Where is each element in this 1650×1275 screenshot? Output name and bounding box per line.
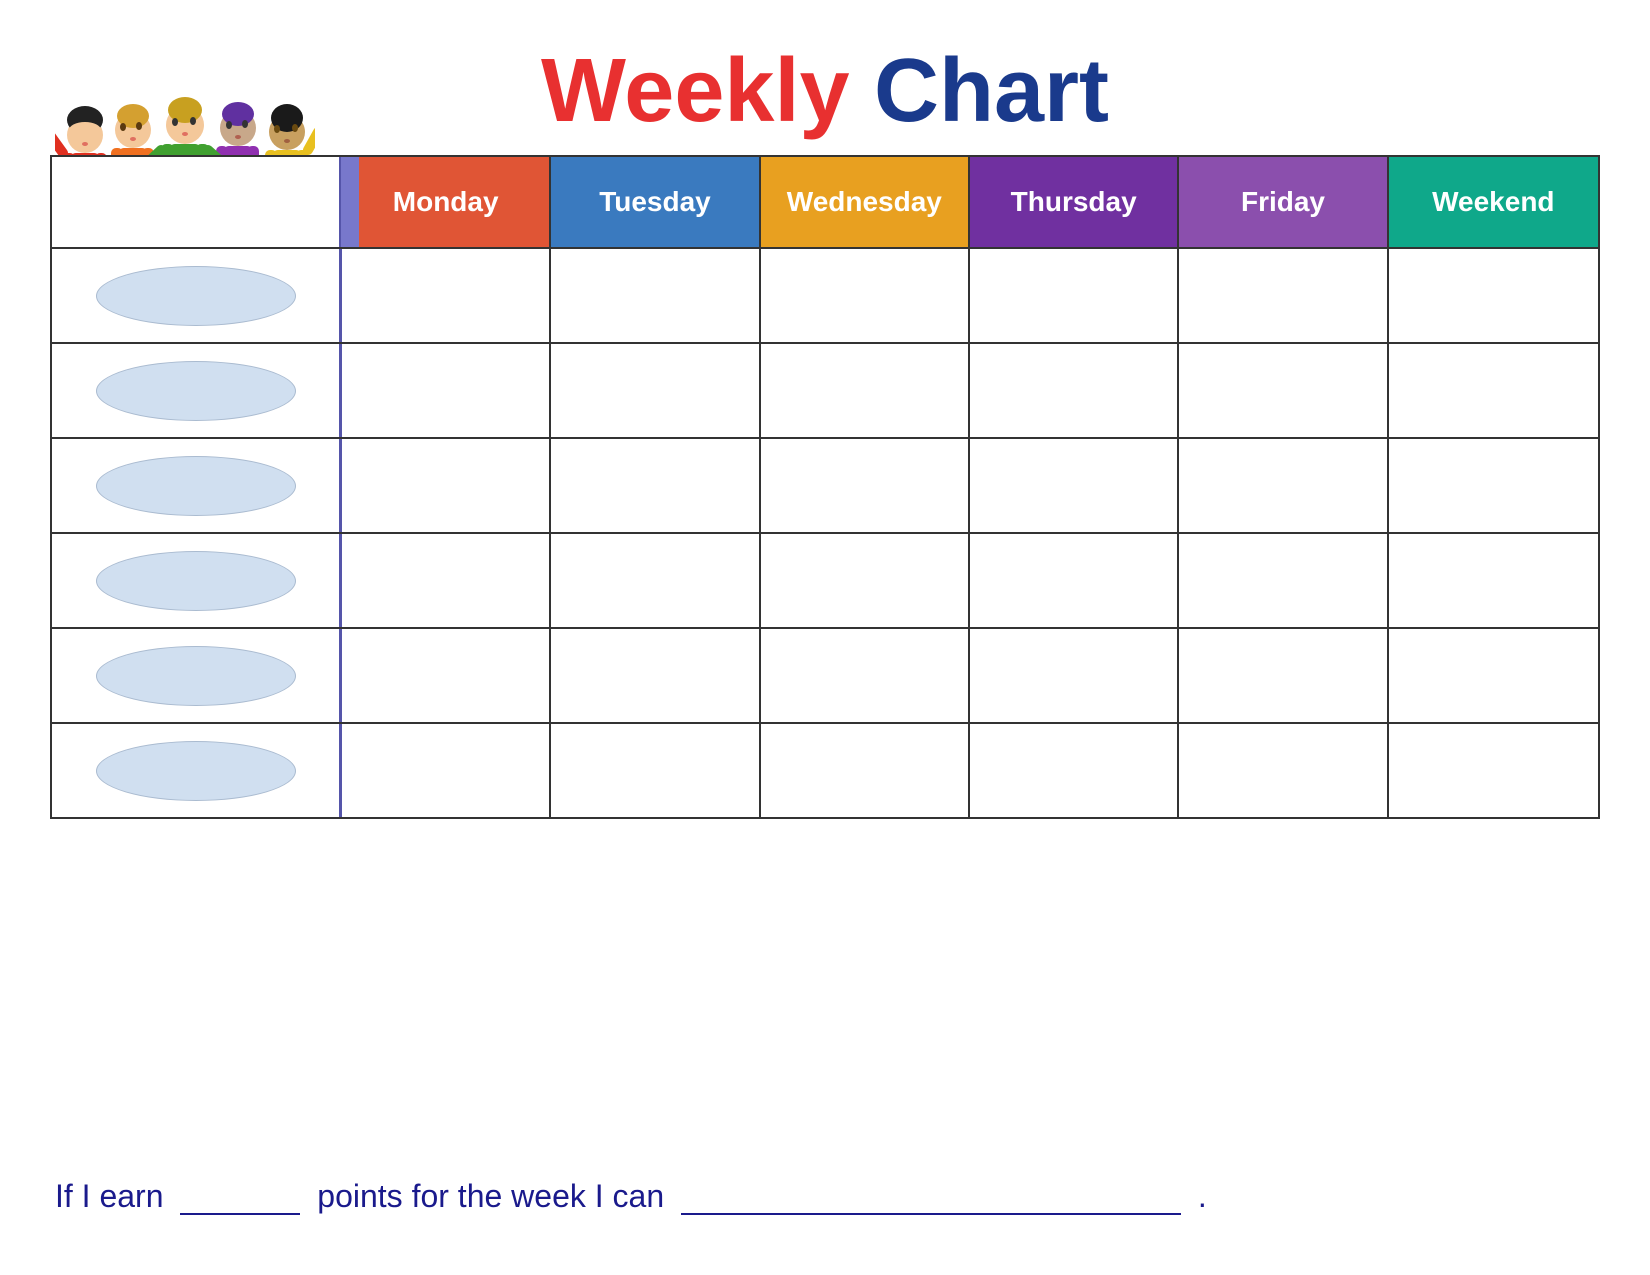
data-cell[interactable] xyxy=(342,724,551,817)
activity-cell-4 xyxy=(52,534,342,627)
day-wednesday: Wednesday xyxy=(761,157,970,247)
data-cell[interactable] xyxy=(1389,249,1598,342)
table-row xyxy=(52,247,1598,342)
activity-cell-3 xyxy=(52,439,342,532)
data-cell[interactable] xyxy=(1179,439,1388,532)
footer-period: . xyxy=(1198,1178,1207,1214)
activity-oval-5 xyxy=(96,646,296,706)
header-activity-cell xyxy=(52,157,342,247)
activity-oval-4 xyxy=(96,551,296,611)
data-cell[interactable] xyxy=(551,249,760,342)
data-cell[interactable] xyxy=(551,629,760,722)
footer-blank-points[interactable] xyxy=(180,1176,300,1215)
table-row xyxy=(52,342,1598,437)
data-cell[interactable] xyxy=(970,724,1179,817)
data-cell[interactable] xyxy=(1179,629,1388,722)
day-weekend: Weekend xyxy=(1389,157,1598,247)
data-cell[interactable] xyxy=(761,724,970,817)
purple-divider xyxy=(341,157,359,247)
data-cell[interactable] xyxy=(551,534,760,627)
day-thursday: Thursday xyxy=(970,157,1179,247)
data-cell[interactable] xyxy=(970,249,1179,342)
data-cell[interactable] xyxy=(1179,534,1388,627)
day-friday: Friday xyxy=(1179,157,1388,247)
footer-text-before: If I earn xyxy=(55,1178,164,1214)
data-cell[interactable] xyxy=(1389,629,1598,722)
data-cell[interactable] xyxy=(970,344,1179,437)
data-cell[interactable] xyxy=(761,629,970,722)
activity-cell-1 xyxy=(52,249,342,342)
activity-oval-3 xyxy=(96,456,296,516)
data-cell[interactable] xyxy=(1389,344,1598,437)
data-cell[interactable] xyxy=(1179,344,1388,437)
data-cell[interactable] xyxy=(342,439,551,532)
data-cell[interactable] xyxy=(761,534,970,627)
data-cell[interactable] xyxy=(1179,724,1388,817)
data-cell[interactable] xyxy=(761,249,970,342)
data-cell[interactable] xyxy=(970,439,1179,532)
activity-cell-5 xyxy=(52,629,342,722)
data-cell[interactable] xyxy=(1389,534,1598,627)
data-cell[interactable] xyxy=(970,629,1179,722)
footer-text: If I earn points for the week I can . xyxy=(55,1176,1207,1215)
data-cell[interactable] xyxy=(551,344,760,437)
chart-body xyxy=(52,247,1598,817)
table-row xyxy=(52,532,1598,627)
footer-text-middle: points for the week I can xyxy=(317,1178,664,1214)
data-cell[interactable] xyxy=(551,724,760,817)
data-cell[interactable] xyxy=(1389,439,1598,532)
data-cell[interactable] xyxy=(1179,249,1388,342)
data-cell[interactable] xyxy=(970,534,1179,627)
activity-cell-2 xyxy=(52,344,342,437)
title-weekly: Weekly xyxy=(541,41,850,141)
data-cell[interactable] xyxy=(342,629,551,722)
activity-cell-6 xyxy=(52,724,342,817)
data-cell[interactable] xyxy=(761,439,970,532)
activity-oval-1 xyxy=(96,266,296,326)
data-cell[interactable] xyxy=(342,249,551,342)
chart-header: Monday Tuesday Wednesday Thursday Friday… xyxy=(52,157,1598,247)
data-cell[interactable] xyxy=(551,439,760,532)
page-container: Weekly Chart xyxy=(0,0,1650,1275)
activity-oval-6 xyxy=(96,741,296,801)
data-cell[interactable] xyxy=(1389,724,1598,817)
data-cell[interactable] xyxy=(761,344,970,437)
chart-outer: Monday Tuesday Wednesday Thursday Friday… xyxy=(50,155,1600,819)
chart-area: Monday Tuesday Wednesday Thursday Friday… xyxy=(50,155,1600,819)
day-monday: Monday xyxy=(342,157,551,247)
day-tuesday: Tuesday xyxy=(551,157,760,247)
footer-blank-reward[interactable] xyxy=(681,1176,1181,1215)
table-row xyxy=(52,627,1598,722)
table-row xyxy=(52,722,1598,817)
table-row xyxy=(52,437,1598,532)
data-cell[interactable] xyxy=(342,534,551,627)
title-chart: Chart xyxy=(874,41,1109,141)
data-cell[interactable] xyxy=(342,344,551,437)
activity-oval-2 xyxy=(96,361,296,421)
